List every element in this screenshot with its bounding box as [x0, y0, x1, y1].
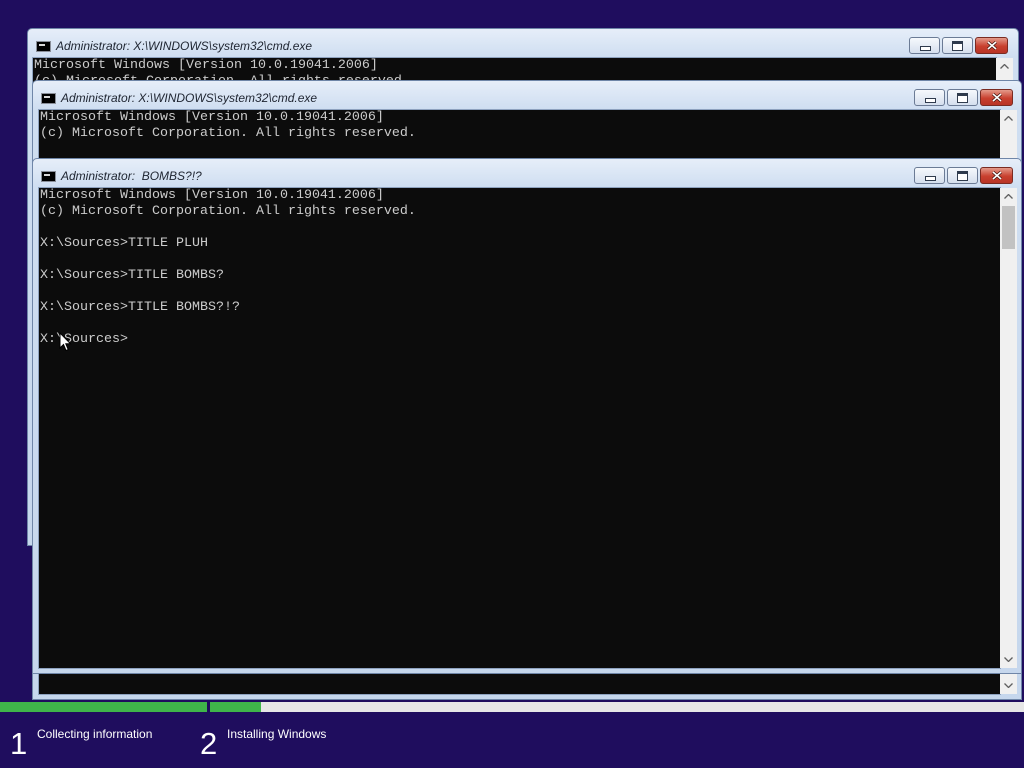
scroll-up-button[interactable]: [1000, 188, 1017, 205]
chevron-up-icon: [1000, 64, 1009, 69]
chevron-up-icon: [1004, 194, 1013, 199]
window-title: Administrator: X:\WINDOWS\system32\cmd.e…: [56, 39, 313, 53]
console-line: Microsoft Windows [Version 10.0.19041.20…: [34, 58, 378, 73]
close-button[interactable]: [975, 37, 1008, 54]
cmd-window-front[interactable]: Administrator: BOMBS?!? Microsoft Window…: [32, 158, 1022, 674]
step-number: 1: [10, 726, 28, 761]
maximize-button[interactable]: [942, 37, 973, 54]
mouse-pointer-icon: [59, 332, 72, 352]
scroll-down-button[interactable]: [1000, 677, 1017, 694]
maximize-icon: [957, 171, 968, 181]
maximize-icon: [957, 93, 968, 103]
cmd-icon: [41, 171, 56, 182]
maximize-icon: [952, 41, 963, 51]
window-title: Administrator: BOMBS?!?: [61, 169, 202, 183]
close-icon: [992, 93, 1002, 102]
vertical-scrollbar[interactable]: [1000, 188, 1017, 668]
scrollbar-thumb[interactable]: [1002, 206, 1015, 249]
title-bar[interactable]: Administrator: X:\WINDOWS\system32\cmd.e…: [28, 29, 1018, 57]
console-output[interactable]: Microsoft Windows [Version 10.0.19041.20…: [39, 188, 1000, 668]
scroll-down-button[interactable]: [1000, 651, 1017, 668]
console-line: X:\Sources>TITLE BOMBS?!?: [40, 300, 240, 315]
minimize-button[interactable]: [909, 37, 940, 54]
title-bar[interactable]: Administrator: X:\WINDOWS\system32\cmd.e…: [33, 81, 1021, 109]
close-icon: [992, 171, 1002, 180]
close-button[interactable]: [980, 89, 1013, 106]
progress-bar-step-1: [0, 702, 207, 712]
cmd-icon: [36, 41, 51, 52]
scroll-up-button[interactable]: [1000, 110, 1017, 127]
maximize-button[interactable]: [947, 89, 978, 106]
scroll-up-button[interactable]: [996, 58, 1013, 75]
chevron-up-icon: [1004, 116, 1013, 121]
close-button[interactable]: [980, 167, 1013, 184]
console-line: (c) Microsoft Corporation. All rights re…: [40, 126, 416, 141]
console-line: X:\Sources>TITLE BOMBS?: [40, 268, 224, 283]
progress-fill: [210, 702, 262, 712]
progress-fill: [0, 702, 207, 712]
step-label: Installing Windows: [227, 727, 327, 741]
setup-desktop: { "windows": [ { "title": "Administrator…: [0, 0, 1024, 768]
minimize-icon: [925, 98, 936, 103]
chevron-down-icon: [1004, 683, 1013, 688]
cmd-icon: [41, 93, 56, 104]
minimize-icon: [920, 46, 931, 51]
console-line: (c) Microsoft Corporation. All rights re…: [40, 204, 416, 219]
close-icon: [987, 41, 997, 50]
console-line: Microsoft Windows [Version 10.0.19041.20…: [40, 110, 384, 125]
console-line: X:\Sources>TITLE PLUH: [40, 236, 208, 251]
console-line: Microsoft Windows [Version 10.0.19041.20…: [40, 188, 384, 203]
progress-bar-step-2: [210, 702, 1024, 712]
chevron-down-icon: [1004, 657, 1013, 662]
step-label: Collecting information: [37, 727, 153, 741]
minimize-button[interactable]: [914, 167, 945, 184]
minimize-button[interactable]: [914, 89, 945, 106]
maximize-button[interactable]: [947, 167, 978, 184]
step-number: 2: [200, 726, 218, 761]
window-title: Administrator: X:\WINDOWS\system32\cmd.e…: [61, 91, 318, 105]
command-prompt[interactable]: X:\Sources>: [40, 332, 1000, 348]
title-bar[interactable]: Administrator: BOMBS?!?: [33, 159, 1021, 187]
minimize-icon: [925, 176, 936, 181]
